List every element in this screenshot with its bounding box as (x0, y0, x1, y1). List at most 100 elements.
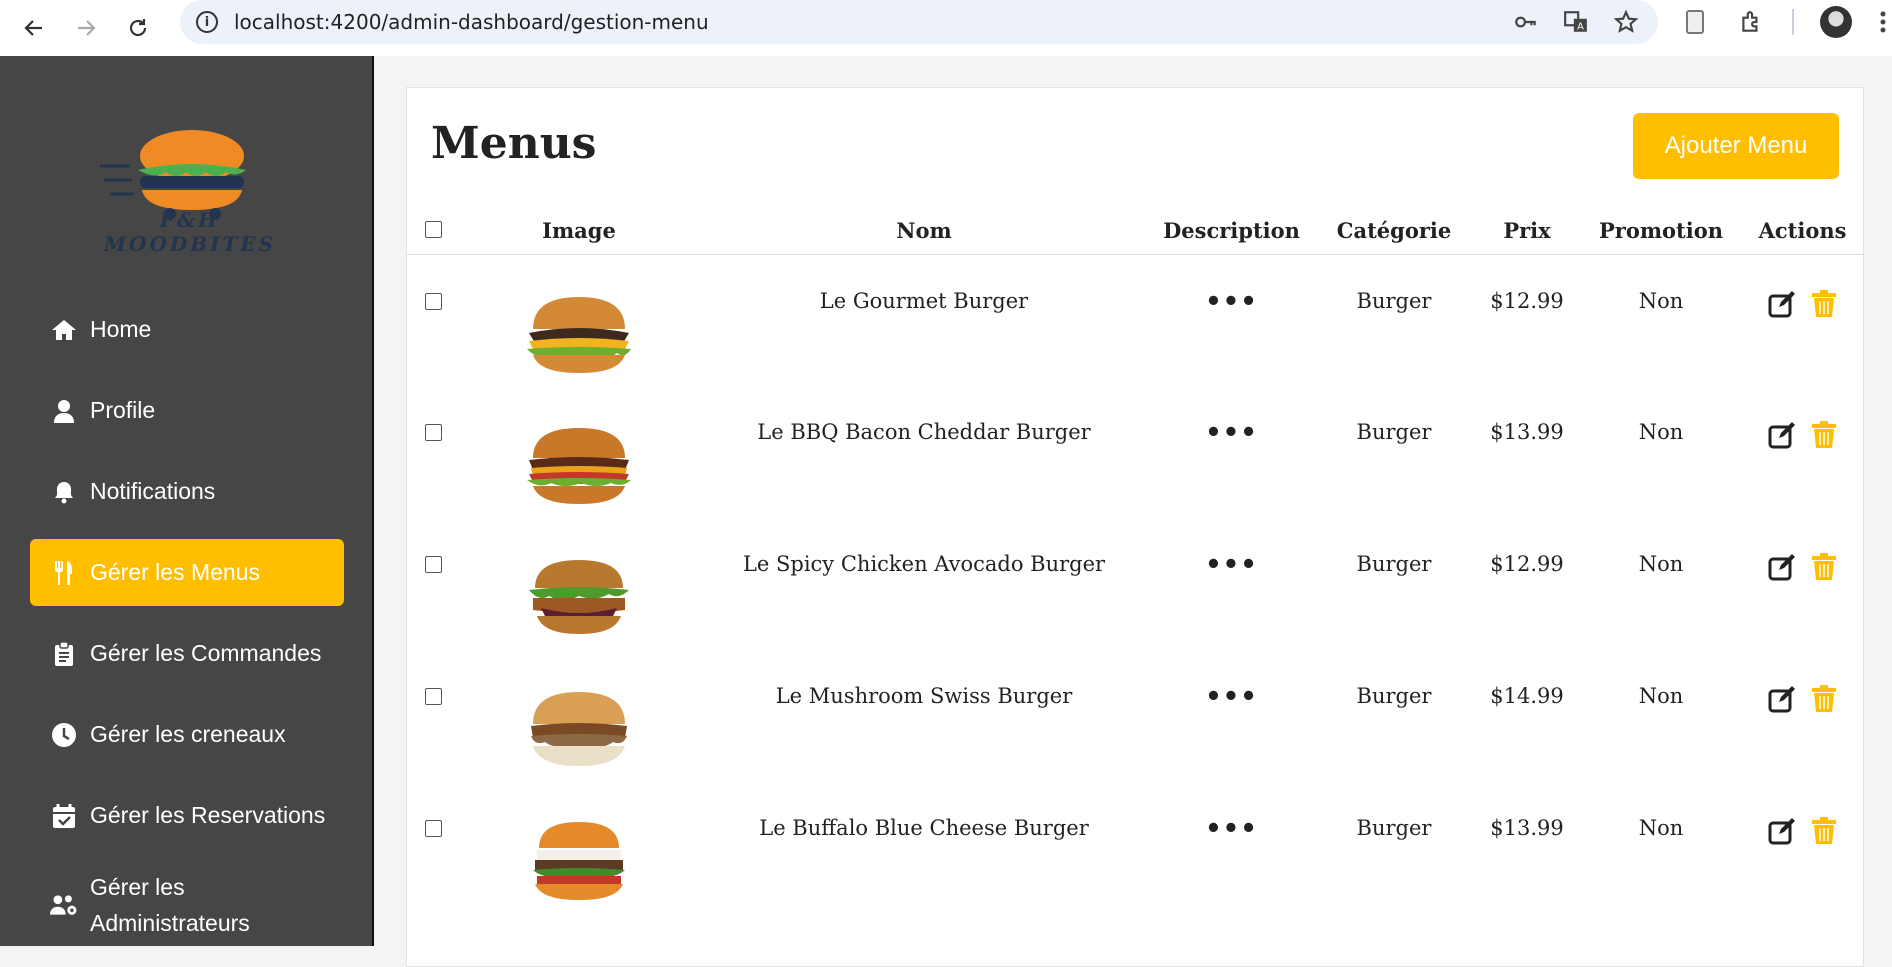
edit-icon[interactable] (1767, 816, 1797, 846)
row-actions (1742, 518, 1863, 650)
add-menu-button[interactable]: Ajouter Menu (1633, 113, 1839, 179)
sidebar-item-commandes[interactable]: Gérer les Commandes (30, 620, 344, 687)
row-checkbox[interactable] (424, 688, 442, 705)
row-checkbox[interactable] (424, 424, 442, 441)
key-icon[interactable] (1512, 8, 1540, 36)
sidebar: F&H MOODBITES Home Profile Notifications… (0, 56, 374, 946)
row-description[interactable]: ••• (1149, 254, 1314, 386)
burger-image (533, 822, 625, 900)
edit-icon[interactable] (1767, 684, 1797, 714)
extensions-icon[interactable] (1736, 7, 1766, 37)
row-description[interactable]: ••• (1149, 386, 1314, 518)
logo-text: F&H MOODBITES (103, 208, 277, 256)
row-prix: $13.99 (1490, 420, 1564, 444)
sidebar-item-label: Notifications (90, 478, 216, 504)
trash-icon[interactable] (1809, 420, 1839, 450)
reload-button[interactable] (118, 8, 158, 48)
home-icon (50, 316, 78, 344)
col-categorie: Catégorie (1314, 208, 1474, 255)
menus-card: Menus Ajouter Menu Image Nom Description… (406, 87, 1864, 967)
row-actions (1742, 782, 1863, 914)
profile-avatar[interactable] (1820, 6, 1852, 38)
site-info-icon[interactable]: i (196, 11, 218, 33)
burger-image-cell (459, 782, 699, 914)
sidebar-item-label: Gérer les Administrateurs (90, 874, 250, 936)
row-prix: $12.99 (1490, 552, 1564, 576)
sidebar-item-label: Gérer les Commandes (90, 640, 322, 666)
row-description[interactable]: ••• (1149, 518, 1314, 650)
trash-icon[interactable] (1809, 816, 1839, 846)
edit-icon[interactable] (1767, 552, 1797, 582)
description-more[interactable]: ••• (1205, 682, 1258, 712)
row-description[interactable]: ••• (1149, 782, 1314, 914)
browser-toolbar: i localhost:4200/admin-dashboard/gestion… (0, 0, 1892, 56)
row-checkbox[interactable] (424, 292, 442, 310)
trash-icon[interactable] (1809, 289, 1839, 319)
star-icon[interactable] (1612, 8, 1640, 36)
sidebar-item-reservations[interactable]: Gérer les Reservations (30, 782, 344, 849)
url-text[interactable]: localhost:4200/admin-dashboard/gestion-m… (234, 10, 709, 34)
col-nom: Nom (699, 208, 1149, 255)
table-row: Le Gourmet Burger ••• Burger $12.99 Non (407, 254, 1863, 386)
sidebar-item-administrateurs[interactable]: Gérer les Administrateurs (30, 863, 344, 936)
edit-icon[interactable] (1767, 289, 1797, 319)
row-categorie: Burger (1356, 816, 1432, 840)
forward-button[interactable] (66, 8, 106, 48)
sidebar-item-label: Gérer les creneaux (90, 721, 286, 747)
sidebar-item-label: Home (90, 316, 152, 342)
table-row: Le BBQ Bacon Cheddar Burger ••• Burger $… (407, 386, 1863, 518)
row-checkbox[interactable] (424, 556, 442, 573)
row-promotion: Non (1638, 288, 1684, 313)
clipboard-icon (50, 640, 78, 668)
arrow-right-icon (78, 20, 96, 36)
row-nom: Le Spicy Chicken Avocado Burger (742, 552, 1106, 576)
burger-image-cell (459, 650, 699, 782)
description-more[interactable]: ••• (1205, 550, 1258, 580)
burger-image-cell (459, 518, 699, 650)
description-more[interactable]: ••• (1205, 287, 1258, 317)
row-categorie: Burger (1356, 552, 1432, 576)
user-icon (50, 397, 78, 425)
sidebar-item-label: Gérer les Reservations (90, 802, 326, 828)
trash-icon[interactable] (1809, 684, 1839, 714)
toolbar-divider (1792, 9, 1794, 35)
calendar-check-icon (50, 802, 78, 830)
select-all-checkbox[interactable] (424, 221, 442, 239)
reading-list-icon[interactable] (1680, 7, 1710, 37)
row-actions (1742, 386, 1863, 518)
back-button[interactable] (14, 8, 54, 48)
description-more[interactable]: ••• (1205, 418, 1258, 448)
svg-text:A: A (1577, 22, 1584, 33)
row-promotion: Non (1638, 552, 1684, 576)
row-prix: $12.99 (1490, 288, 1564, 313)
row-promotion: Non (1638, 684, 1684, 708)
address-bar[interactable]: i localhost:4200/admin-dashboard/gestion… (180, 0, 1658, 44)
burger-image (527, 428, 631, 504)
translate-icon[interactable]: A (1562, 8, 1590, 36)
select-all-cell (407, 208, 459, 255)
table-row: Le Spicy Chicken Avocado Burger ••• Burg… (407, 518, 1863, 650)
page-title: Menus (431, 118, 597, 169)
reload-icon (129, 19, 147, 37)
row-categorie: Burger (1356, 684, 1432, 708)
sidebar-item-profile[interactable]: Profile (30, 377, 344, 444)
row-nom: Le Gourmet Burger (819, 288, 1029, 313)
menu-icon[interactable] (1878, 7, 1888, 37)
trash-icon[interactable] (1809, 552, 1839, 582)
row-prix: $14.99 (1490, 684, 1564, 708)
edit-icon[interactable] (1767, 420, 1797, 450)
burger-image (531, 692, 627, 766)
table-row: Le Mushroom Swiss Burger ••• Burger $14.… (407, 650, 1863, 782)
sidebar-item-creneaux[interactable]: Gérer les creneaux (30, 701, 344, 768)
col-description: Description (1149, 208, 1314, 255)
description-more[interactable]: ••• (1205, 814, 1258, 844)
utensils-icon (50, 559, 78, 587)
sidebar-item-home[interactable]: Home (30, 296, 344, 363)
sidebar-item-label: Profile (90, 397, 156, 423)
row-checkbox[interactable] (424, 820, 442, 837)
bell-icon (50, 478, 78, 506)
row-description[interactable]: ••• (1149, 650, 1314, 782)
sidebar-item-notifications[interactable]: Notifications (30, 458, 344, 525)
sidebar-item-menus[interactable]: Gérer les Menus (30, 539, 344, 606)
table-header-row: Image Nom Description Catégorie Prix Pro… (407, 208, 1863, 255)
